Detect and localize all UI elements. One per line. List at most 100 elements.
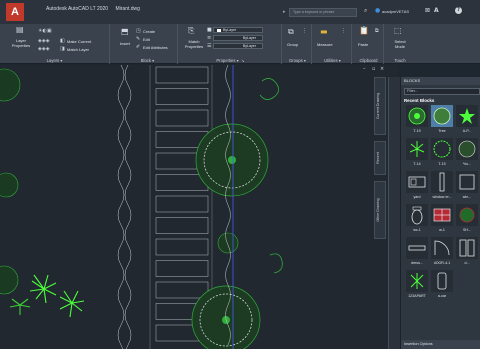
- edit-block-icon[interactable]: ✎: [136, 37, 140, 42]
- layer-tools-icons[interactable]: ◈◈◈: [38, 39, 50, 44]
- block-thumbnail: [456, 204, 478, 226]
- viewport-minimize-icon[interactable]: –: [363, 66, 366, 72]
- block-tile-a-car[interactable]: a-car: [430, 270, 454, 302]
- block-tile-w-1[interactable]: w-1: [430, 204, 454, 236]
- window-title: Autodesk AutoCAD LT 2020 Mirant.dwg: [46, 6, 140, 12]
- viewport-close-icon[interactable]: ×: [380, 66, 384, 72]
- insert-icon[interactable]: ⬒: [121, 28, 129, 36]
- block-tile-123apart[interactable]: 123APART: [405, 270, 429, 302]
- block-tile-window-er[interactable]: window er...: [430, 171, 454, 203]
- paving-slot: [155, 88, 209, 105]
- create-block-button[interactable]: Create: [143, 29, 155, 34]
- binoculars-icon[interactable]: ⌕: [364, 7, 367, 15]
- block-tile-a-p[interactable]: A-P...: [455, 105, 479, 137]
- group-button[interactable]: Group: [287, 42, 298, 47]
- layers-panel-label[interactable]: Layers ▾: [0, 58, 109, 63]
- touch-panel: ⬚ Select Mode Touch: [386, 24, 414, 64]
- group-tools-icon[interactable]: ⋮: [302, 29, 307, 34]
- clipboard-panel-label[interactable]: Clipboard: [354, 58, 383, 63]
- tab-current-drawing[interactable]: Current Drawing: [374, 77, 386, 135]
- user-name[interactable]: acadpmVETAS: [382, 9, 409, 14]
- match-layer-button[interactable]: Match Layer: [67, 47, 89, 52]
- tab-other-drawing[interactable]: Other Drawing: [374, 181, 386, 239]
- block-thumbnail: [406, 105, 428, 127]
- layer-tools-row2-icons[interactable]: ◈◈◈: [38, 47, 50, 52]
- edit-block-button[interactable]: Edit: [143, 37, 150, 42]
- edit-attributes-icon[interactable]: ✐: [136, 45, 140, 50]
- block-tile-t-19[interactable]: T-19: [405, 105, 429, 137]
- block-tile-dress[interactable]: dress...: [405, 237, 429, 269]
- block-panel-label[interactable]: Block ▾: [118, 58, 177, 63]
- palette-side-tabs: Current Drawing Recent Other Drawing: [374, 77, 386, 267]
- search-arrow-icon[interactable]: ▸: [283, 9, 286, 15]
- paste-button[interactable]: Paste: [358, 42, 368, 47]
- layer-properties-button[interactable]: Layer Properties: [9, 38, 33, 48]
- viewport-restore-icon[interactable]: ▫: [372, 66, 375, 72]
- make-current-icon[interactable]: ◧: [60, 39, 65, 44]
- select-mode-icon[interactable]: ⬚: [394, 27, 402, 35]
- block-tile-riu[interactable]: *riu...: [455, 138, 479, 170]
- properties-panel: ⎘ Match Properties ■ ByLayer ≡ ByLayer ☰…: [180, 24, 282, 64]
- block-tile-yard[interactable]: yard: [405, 171, 429, 203]
- create-block-icon[interactable]: ◳: [136, 29, 141, 34]
- layer-state-icons[interactable]: ☀◐▣: [38, 29, 52, 34]
- recent-blocks-title: Recent Blocks: [404, 98, 435, 103]
- select-mode-button[interactable]: Select Mode: [389, 39, 411, 49]
- insertion-options-bar[interactable]: Insertion Options: [401, 340, 480, 349]
- drawing-canvas[interactable]: – ▫ ×: [0, 65, 398, 349]
- measure-button[interactable]: Measure: [317, 42, 333, 47]
- touch-panel-label[interactable]: Touch: [386, 58, 414, 63]
- tab-recent[interactable]: Recent: [374, 141, 386, 175]
- filter-input[interactable]: Filter...: [404, 88, 480, 95]
- palette-header[interactable]: BLOCKS: [401, 77, 480, 85]
- palette-title-strip[interactable]: [388, 77, 400, 349]
- match-layer-icon[interactable]: ◨: [60, 47, 65, 52]
- cart-icon[interactable]: ⊠: [425, 7, 430, 14]
- linetype-dropdown[interactable]: ByLayer: [213, 43, 263, 49]
- group-icon[interactable]: ⧉: [288, 28, 294, 36]
- block-label: 123APART: [408, 294, 426, 298]
- edit-attributes-button[interactable]: Edit Attributes: [143, 45, 168, 50]
- lineweight-dropdown[interactable]: ByLayer: [213, 35, 263, 41]
- groups-panel: ⧉ Group ⋮ Groups ▾: [284, 24, 312, 64]
- properties-panel-label[interactable]: Properties ▾ ↘: [180, 58, 281, 63]
- layer-properties-icon[interactable]: ▤: [16, 26, 24, 34]
- block-tile-t-14[interactable]: T-14: [405, 138, 429, 170]
- block-tile-t-15[interactable]: T-15: [430, 138, 454, 170]
- paste-icon[interactable]: 📋: [359, 27, 369, 35]
- groups-panel-label[interactable]: Groups ▾: [284, 58, 311, 63]
- block-tile-tree[interactable]: Tree: [430, 105, 454, 137]
- color-dropdown[interactable]: ByLayer: [213, 27, 263, 33]
- canopy-trees: [191, 123, 269, 349]
- utilities-tools-icon[interactable]: ⋮: [341, 29, 346, 34]
- make-current-button[interactable]: Make Current: [67, 39, 91, 44]
- paving-slot: [155, 109, 209, 127]
- block-thumbnail: [456, 138, 478, 160]
- linetype-icon: ≡: [207, 35, 212, 41]
- block-label: SH...: [463, 228, 471, 232]
- copy-icon[interactable]: ⧉: [375, 29, 379, 34]
- search-input[interactable]: Type a keyword or phrase: [289, 8, 357, 17]
- block-tile-sh[interactable]: SH...: [455, 204, 479, 236]
- drawing-svg[interactable]: [0, 65, 398, 349]
- block-label: w-1: [439, 228, 445, 232]
- block-thumbnail: [456, 105, 478, 127]
- file-name: Mirant.dwg: [115, 6, 140, 12]
- block-thumbnail: [456, 171, 478, 193]
- block-thumbnail: [406, 270, 428, 292]
- match-properties-button[interactable]: Match Properties: [182, 39, 206, 49]
- autodesk-app-icon[interactable]: A: [434, 7, 439, 14]
- app-name: Autodesk AutoCAD LT 2020: [46, 6, 109, 12]
- insert-button[interactable]: Insert: [120, 41, 130, 46]
- autocad-logo-icon[interactable]: A: [6, 3, 24, 21]
- utilities-panel-label[interactable]: Utilities ▾: [314, 58, 351, 63]
- block-tile-d[interactable]: d...: [455, 237, 479, 269]
- block-tile-wc-1[interactable]: wc-1: [405, 204, 429, 236]
- measure-icon[interactable]: ▬: [320, 28, 328, 36]
- block-tile-win[interactable]: win...: [455, 171, 479, 203]
- paving-slot: [155, 66, 209, 84]
- block-tile-door-4-1[interactable]: dOOR-4-1: [430, 237, 454, 269]
- match-properties-icon[interactable]: ⎘: [188, 27, 194, 35]
- user-icon[interactable]: ●: [375, 7, 380, 14]
- help-icon[interactable]: ?: [455, 7, 462, 14]
